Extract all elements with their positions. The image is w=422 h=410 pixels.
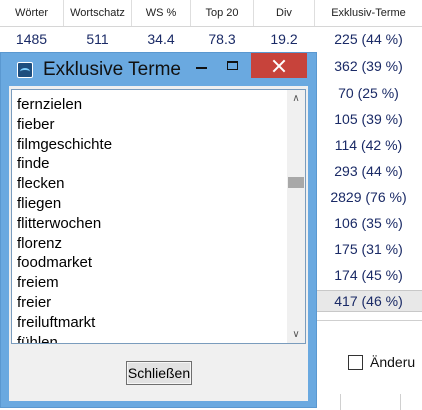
maximize-button[interactable] (217, 53, 247, 78)
cell-top20: 78.3 (208, 31, 236, 47)
checkbox-label: Änderu (370, 354, 416, 370)
cell-exclusive-terms: 2829 (76 %) (330, 189, 407, 205)
list-item[interactable]: foodmarket (17, 253, 112, 273)
scroll-down-icon[interactable]: ∨ (287, 326, 305, 343)
cell-words: 1485 (15, 31, 48, 47)
list-item[interactable]: fühlen (17, 333, 112, 343)
cell-exclusive-terms: 417 (46 %) (315, 290, 422, 312)
minimize-icon (195, 66, 207, 69)
list-item[interactable]: fieber (17, 115, 112, 135)
list-item[interactable]: freier (17, 293, 112, 313)
maximize-icon (226, 61, 238, 70)
table-header: Wörter Wortschatz WS % Top 20 Div Exklus… (0, 0, 422, 27)
cell-vocabulary: 511 (86, 31, 109, 47)
terms-listbox[interactable]: fernzielen fieber filmgeschichte finde f… (11, 89, 306, 344)
dialog-title: Exklusive Terme (43, 59, 181, 80)
window-close-button[interactable] (251, 53, 307, 78)
list-item[interactable]: flecken (17, 174, 112, 194)
table-row[interactable]: 1485 511 34.4 78.3 19.2 225 (44 %) (0, 27, 422, 51)
terms-list: fernzielen fieber filmgeschichte finde f… (17, 95, 112, 343)
list-item[interactable]: fernzielen (17, 95, 112, 115)
list-item[interactable]: flitterwochen (17, 214, 112, 234)
cell-exclusive-terms: 114 (42 %) (334, 137, 403, 153)
list-item[interactable]: filmgeschichte (17, 135, 112, 155)
column-header-top20[interactable]: Top 20 (191, 0, 254, 26)
cell-div: 19.2 (270, 31, 298, 47)
list-item[interactable]: finde (17, 154, 112, 174)
vertical-scrollbar[interactable]: ∧ ∨ (287, 90, 305, 343)
cell-exclusive-terms: 293 (44 %) (334, 163, 403, 179)
column-header-ws-percent[interactable]: WS % (132, 0, 191, 26)
column-header-exclusive-terms[interactable]: Exklusiv-Terme (315, 0, 422, 26)
list-item[interactable]: fliegen (17, 194, 112, 214)
exclusive-terms-dialog: Exklusive Terme fernzielen fieber filmge… (0, 52, 317, 408)
cell-ws-percent: 34.4 (147, 31, 175, 47)
dialog-titlebar[interactable]: Exklusive Terme (1, 53, 316, 86)
column-header-words[interactable]: Wörter (0, 0, 64, 26)
divider (400, 394, 401, 410)
scroll-up-icon[interactable]: ∧ (287, 90, 305, 107)
dialog-client-area: fernzielen fieber filmgeschichte finde f… (9, 86, 308, 401)
list-item[interactable]: freiluftmarkt (17, 313, 112, 333)
cell-exclusive-terms: 175 (31 %) (334, 241, 403, 257)
close-icon (273, 60, 285, 72)
scroll-thumb[interactable] (288, 177, 304, 188)
cell-exclusive-terms: 105 (39 %) (334, 111, 403, 127)
cell-exclusive-terms: 362 (39 %) (334, 58, 403, 74)
changes-checkbox[interactable]: Änderu (348, 353, 415, 371)
checkbox-box[interactable] (348, 354, 363, 370)
close-button[interactable]: Schließen (126, 361, 192, 385)
cell-exclusive-terms: 70 (25 %) (338, 85, 399, 101)
cell-exclusive-terms: 106 (35 %) (334, 215, 403, 231)
list-item[interactable]: freiem (17, 273, 112, 293)
cell-exclusive-terms: 225 (44 %) (334, 31, 403, 47)
cell-exclusive-terms: 174 (45 %) (334, 267, 403, 283)
column-header-div[interactable]: Div (254, 0, 315, 26)
column-header-vocabulary[interactable]: Wortschatz (64, 0, 132, 26)
minimize-button[interactable] (186, 53, 216, 78)
divider (340, 394, 341, 410)
app-icon (17, 62, 33, 78)
list-item[interactable]: florenz (17, 234, 112, 254)
